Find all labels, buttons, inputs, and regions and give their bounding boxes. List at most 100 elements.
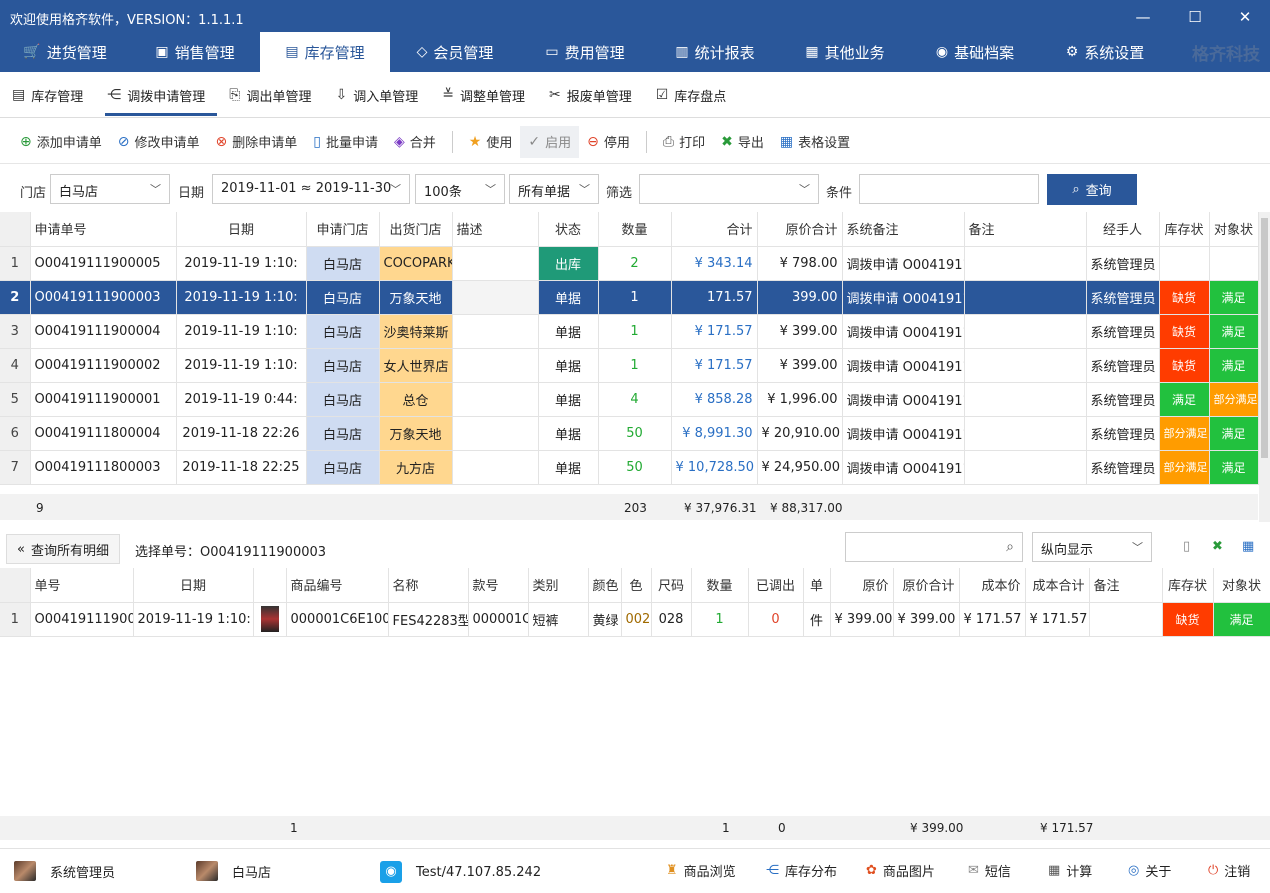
merge-button[interactable]: ◈ 合并 [386, 126, 444, 158]
stock-distribution-link[interactable]: ⋲ 库存分布 [766, 861, 837, 880]
table-row[interactable]: 5 O00419111900001 2019-11-19 0:44: 白马店 总… [0, 382, 1259, 417]
subtab-scrap[interactable]: ✂ 报废单管理 [547, 72, 644, 118]
query-all-details-button[interactable]: «查询所有明细 [6, 534, 120, 564]
delete-request-button[interactable]: ⊗ 删除申请单 [208, 126, 306, 158]
col-header[interactable]: 申请单号 [30, 212, 177, 247]
about-link[interactable]: ◎ 关于 [1128, 861, 1171, 880]
col-header[interactable]: 原价合计 [757, 212, 843, 247]
sms-link[interactable]: ✉ 短信 [968, 861, 1011, 880]
col-header[interactable]: 对象状 [1213, 568, 1270, 603]
col-header[interactable]: 描述 [452, 212, 539, 247]
detail-search-input[interactable]: ⌕ [845, 532, 1023, 562]
cell-handler: 系统管理员 [1086, 280, 1160, 315]
col-header[interactable]: 成本价 [959, 568, 1026, 603]
disable-button[interactable]: ⊖ 停用 [579, 126, 638, 158]
menu-other[interactable]: ▦ 其他业务 [780, 32, 910, 72]
menu-purchase[interactable]: 🛒 进货管理 [0, 32, 130, 72]
scrollbar-thumb[interactable] [1261, 218, 1268, 458]
col-header[interactable]: 出货门店 [379, 212, 453, 247]
excel-icon[interactable]: ✖ [1212, 539, 1223, 554]
subtab-transfer-request[interactable]: ⋲ 调拨申请管理 [105, 72, 218, 118]
col-header[interactable]: 数量 [598, 212, 672, 247]
cell-obj [1209, 246, 1259, 281]
col-header[interactable]: 款号 [468, 568, 529, 603]
col-header[interactable]: 库存状 [1159, 212, 1210, 247]
use-button[interactable]: ★ 使用 [461, 126, 521, 158]
subtab-transfer-out[interactable]: ⎘ 调出单管理 [227, 72, 323, 118]
col-header[interactable]: 系统备注 [842, 212, 965, 247]
col-header[interactable]: 已调出 [748, 568, 804, 603]
menu-sales[interactable]: ▣ 销售管理 [130, 32, 260, 72]
col-header[interactable]: 类别 [528, 568, 589, 603]
col-header[interactable]: 对象状 [1209, 212, 1259, 247]
export-button[interactable]: ✖ 导出 [713, 126, 772, 158]
enable-button[interactable]: ✓ 启用 [520, 125, 580, 158]
print-button[interactable]: ⎙ 打印 [655, 126, 713, 158]
cell-image[interactable] [253, 602, 287, 637]
col-header[interactable]: 数量 [691, 568, 749, 603]
logout-link[interactable]: ⏻ 注销 [1208, 861, 1250, 880]
col-header[interactable]: 单号 [30, 568, 134, 603]
col-header[interactable]: 商品编号 [286, 568, 389, 603]
col-header[interactable]: 备注 [1089, 568, 1163, 603]
store-select[interactable]: 白马店 ﹀ [50, 174, 170, 204]
menu-member[interactable]: ◇ 会员管理 [390, 32, 520, 72]
menu-archive[interactable]: ◉ 基础档案 [910, 32, 1040, 72]
detail-row[interactable]: 1 O004191119000 2019-11-19 1:10: 000001C… [0, 602, 1270, 637]
col-header[interactable]: 日期 [176, 212, 307, 247]
table-row[interactable]: 6 O00419111800004 2019-11-18 22:26 白马店 万… [0, 416, 1259, 451]
col-header[interactable]: 日期 [133, 568, 254, 603]
menu-report[interactable]: ▥ 统计报表 [650, 32, 780, 72]
store-icon: ▤ [12, 87, 26, 103]
date-range-select[interactable]: 2019-11-01 ≈ 2019-11-30 ﹀ [212, 174, 410, 204]
col-header[interactable]: 备注 [964, 212, 1087, 247]
col-header[interactable]: 状态 [538, 212, 599, 247]
col-header[interactable]: 原价 [830, 568, 894, 603]
subtab-adjust[interactable]: ≚ 调整单管理 [440, 72, 537, 118]
col-header[interactable]: 库存状 [1162, 568, 1214, 603]
sum-total: ¥ 37,976.31 [684, 501, 757, 515]
query-button[interactable]: ⌕ 查询 [1047, 174, 1137, 205]
product-images-link[interactable]: ✿ 商品图片 [866, 861, 935, 880]
table-row[interactable]: 7 O00419111800003 2019-11-18 22:25 白马店 九… [0, 450, 1259, 485]
col-header[interactable]: 色 [621, 568, 652, 603]
table-row[interactable]: 3 O00419111900004 2019-11-19 1:10: 白马店 沙… [0, 314, 1259, 349]
edit-request-button[interactable]: ⊘ 修改申请单 [110, 126, 208, 158]
table-row[interactable]: 4 O00419111900002 2019-11-19 1:10: 白马店 女… [0, 348, 1259, 383]
product-browse-link[interactable]: ♜ 商品浏览 [666, 861, 736, 880]
batch-request-button[interactable]: ▯ 批量申请 [305, 126, 386, 158]
subtab-stocktake[interactable]: ☑ 库存盘点 [654, 72, 739, 118]
document-icon[interactable]: ▯ [1183, 539, 1190, 554]
table-row-selected[interactable]: 2 O00419111900003 2019-11-19 1:10: 白马店 万… [0, 280, 1259, 315]
menu-inventory[interactable]: ▤ 库存管理 [260, 32, 390, 72]
subtab-transfer-in[interactable]: ⇩ 调入单管理 [333, 72, 430, 118]
col-header[interactable]: 申请门店 [306, 212, 380, 247]
screen-select[interactable]: ﹀ [639, 174, 819, 204]
minimize-button[interactable]: — [1128, 4, 1158, 30]
col-header[interactable]: 合计 [671, 212, 758, 247]
maximize-button[interactable]: ☐ [1180, 4, 1210, 30]
col-header[interactable] [253, 568, 287, 603]
table-icon[interactable]: ▦ [1242, 539, 1254, 554]
count-select[interactable]: 100条 ﹀ [415, 174, 505, 204]
menu-expense[interactable]: ▭ 费用管理 [520, 32, 650, 72]
col-header[interactable]: 名称 [388, 568, 469, 603]
add-request-button[interactable]: ⊕ 添加申请单 [12, 126, 110, 158]
doc-type-select[interactable]: 所有单据 ﹀ [509, 174, 599, 204]
cell-out-store: 万象天地 [379, 416, 453, 451]
close-button[interactable]: ✕ [1230, 4, 1260, 30]
table-row[interactable]: 1 O00419111900005 2019-11-19 1:10: 白马店 C… [0, 246, 1259, 281]
col-header[interactable]: 单 [803, 568, 831, 603]
vertical-scrollbar[interactable] [1259, 212, 1270, 522]
col-header[interactable]: 尺码 [651, 568, 692, 603]
col-header[interactable]: 原价合计 [893, 568, 960, 603]
calculator-link[interactable]: ▦ 计算 [1048, 861, 1092, 880]
subtab-inventory[interactable]: ▤ 库存管理 [10, 72, 95, 118]
col-header[interactable]: 经手人 [1086, 212, 1160, 247]
menu-settings[interactable]: ⚙ 系统设置 [1040, 32, 1170, 72]
view-mode-select[interactable]: 纵向显示 ﹀ [1032, 532, 1152, 562]
table-settings-button[interactable]: ▦ 表格设置 [772, 126, 858, 158]
col-header[interactable]: 颜色 [588, 568, 622, 603]
col-header[interactable]: 成本合计 [1025, 568, 1090, 603]
condition-input[interactable] [859, 174, 1039, 204]
